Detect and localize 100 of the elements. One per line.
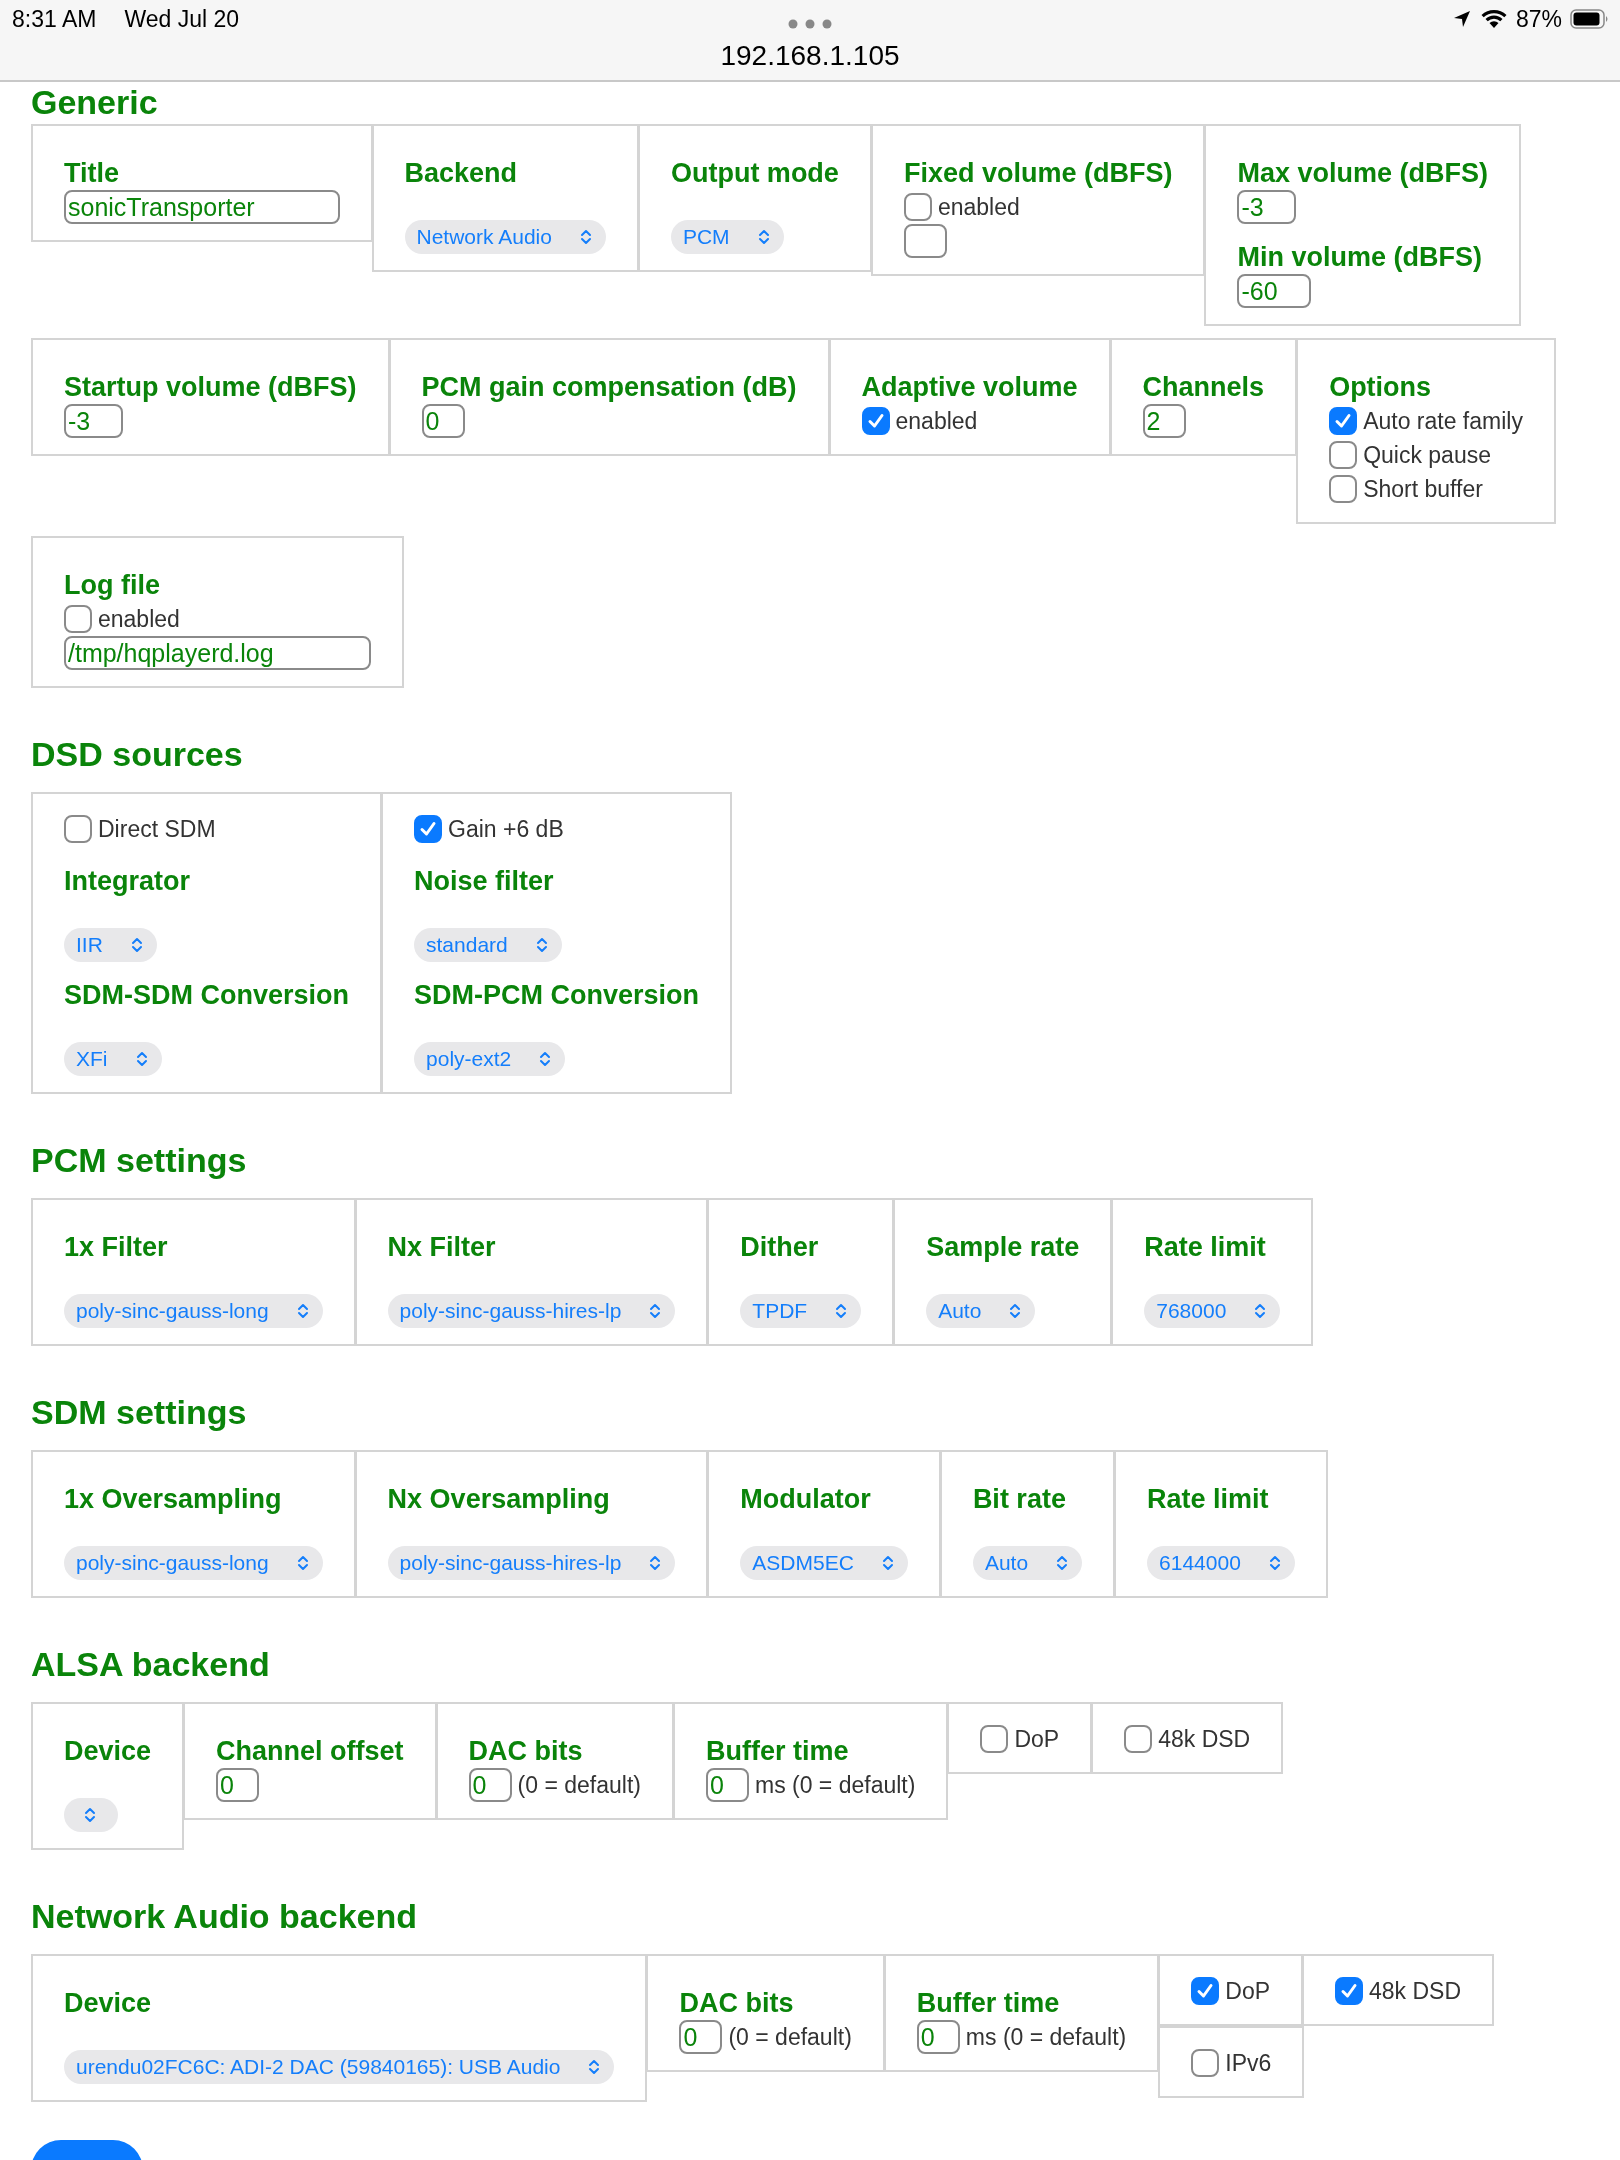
field-label: Options [1329,371,1432,404]
input-field[interactable]: 0 [421,404,465,438]
field-label: Adaptive volume [861,371,1078,404]
checkbox-label[interactable]: enabled [98,605,180,633]
field-label: Sample rate [926,1231,1080,1264]
checkbox-label[interactable]: 48k DSD [1158,1725,1251,1753]
status-date: Wed Jul 20 [124,5,240,33]
field-label: SDM-SDM Conversion [64,979,350,1012]
select-dropdown[interactable]: ASDM5EC [740,1546,908,1580]
field-label: Channel offset [216,1735,404,1768]
chevron-icon [757,228,770,246]
field-label: Title [64,157,119,190]
select-dropdown[interactable]: IIR [64,928,157,962]
checkbox-label[interactable]: Short buffer [1363,475,1483,503]
field-label: Bit rate [972,1483,1066,1516]
chevron-icon [84,1806,96,1824]
checkbox-label[interactable]: Quick pause [1363,441,1491,469]
checkbox[interactable] [1191,2049,1220,2077]
field-label: PCM gain compensation (dB) [421,371,797,404]
input-field[interactable]: sonicTransporter [64,190,340,224]
section-heading: SDM settings [31,1394,248,1430]
checkbox-label[interactable]: enabled [937,193,1020,221]
input-field[interactable]: -3 [64,404,123,438]
select-dropdown[interactable]: PCM [670,220,784,254]
field-label: Fixed volume (dBFS) [903,157,1173,190]
chevron-icon [1268,1554,1281,1572]
field-label: Startup volume (dBFS) [64,371,357,404]
chevron-icon [296,1302,309,1320]
checkbox-label[interactable]: 48k DSD [1369,1977,1462,2005]
checkbox[interactable] [1329,407,1358,435]
chevron-icon [296,1554,309,1572]
chevron-icon [1254,1302,1267,1320]
unit-note: (0 = default) [517,1771,641,1799]
field-label: Device [64,1735,152,1768]
address-url[interactable]: 192.168.1.105 [0,38,1620,74]
input-field[interactable]: -60 [1237,274,1312,308]
input-field[interactable]: 2 [1142,404,1186,438]
field-label: Nx Oversampling [387,1483,610,1516]
select-dropdown[interactable] [64,1798,118,1832]
checkbox-label[interactable]: Direct SDM [98,815,216,843]
more-icon[interactable] [788,19,832,29]
checkbox-label[interactable]: enabled [895,407,978,435]
chevron-icon [649,1302,662,1320]
input-field[interactable] [903,224,947,258]
select-dropdown[interactable]: poly-sinc-gauss-long [64,1294,323,1328]
checkbox-label[interactable]: IPv6 [1225,2049,1272,2077]
select-dropdown[interactable]: standard [414,928,562,962]
field-label: SDM-PCM Conversion [414,979,700,1012]
input-field[interactable]: 0 [679,2020,723,2054]
select-dropdown[interactable]: 768000 [1144,1294,1281,1328]
select-dropdown[interactable]: 6144000 [1147,1546,1295,1580]
checkbox[interactable] [903,193,932,221]
select-dropdown[interactable]: urendu02FC6C: ADI-2 DAC (59840165): USB Audio [64,2050,615,2084]
chevron-icon [130,936,143,954]
checkbox-label[interactable]: DoP [1225,1977,1270,2005]
select-dropdown[interactable]: poly-sinc-gauss-long [64,1546,323,1580]
input-field[interactable]: /tmp/hqplayerd.log [64,636,371,670]
chevron-icon [535,936,548,954]
input-field[interactable]: -3 [1237,190,1296,224]
checkbox[interactable] [1191,1977,1220,2005]
select-dropdown[interactable]: XFi [64,1042,162,1076]
checkbox-label[interactable]: Gain +6 dB [448,815,564,843]
checkbox[interactable] [414,815,443,843]
checkbox[interactable] [980,1725,1009,1753]
input-field[interactable]: 0 [706,1768,749,1802]
input-field[interactable]: 0 [216,1768,260,1802]
wifi-icon [1479,9,1508,29]
select-dropdown[interactable]: Auto [972,1546,1083,1580]
input-field[interactable]: 0 [916,2020,960,2054]
field-label: Noise filter [414,865,554,898]
select-dropdown[interactable]: poly-sinc-gauss-hires-lp [387,1294,676,1328]
checkbox-label[interactable]: DoP [1014,1725,1060,1753]
checkbox[interactable] [64,605,92,633]
chevron-icon [835,1302,848,1320]
select-dropdown[interactable]: TPDF [740,1294,862,1328]
checkbox-label[interactable]: Auto rate family [1363,407,1523,435]
checkbox[interactable] [1124,1725,1153,1753]
chevron-icon [579,228,592,246]
field-label: Log file [64,569,160,602]
checkbox[interactable] [64,815,92,843]
checkbox[interactable] [1329,441,1358,469]
input-field[interactable]: 0 [468,1768,512,1802]
section-heading: Generic [31,84,159,120]
chevron-icon [881,1554,894,1572]
select-dropdown[interactable]: Network Audio [404,220,606,254]
battery-percent: 87% [1515,5,1562,33]
field-label: Modulator [740,1483,871,1516]
field-label: Min volume (dBFS) [1237,241,1482,274]
field-label: Channels [1142,371,1265,404]
unit-note: ms (0 = default) [755,1771,916,1799]
field-label: Buffer time [706,1735,849,1768]
select-dropdown[interactable]: poly-ext2 [414,1042,566,1076]
checkbox[interactable] [1329,475,1358,503]
chevron-icon [539,1050,552,1068]
checkbox[interactable] [1335,1977,1363,2005]
checkbox[interactable] [861,407,890,435]
select-dropdown[interactable]: Auto [926,1294,1036,1328]
chevron-icon [649,1554,662,1572]
checkmark-icon [865,411,886,431]
select-dropdown[interactable]: poly-sinc-gauss-hires-lp [387,1546,676,1580]
